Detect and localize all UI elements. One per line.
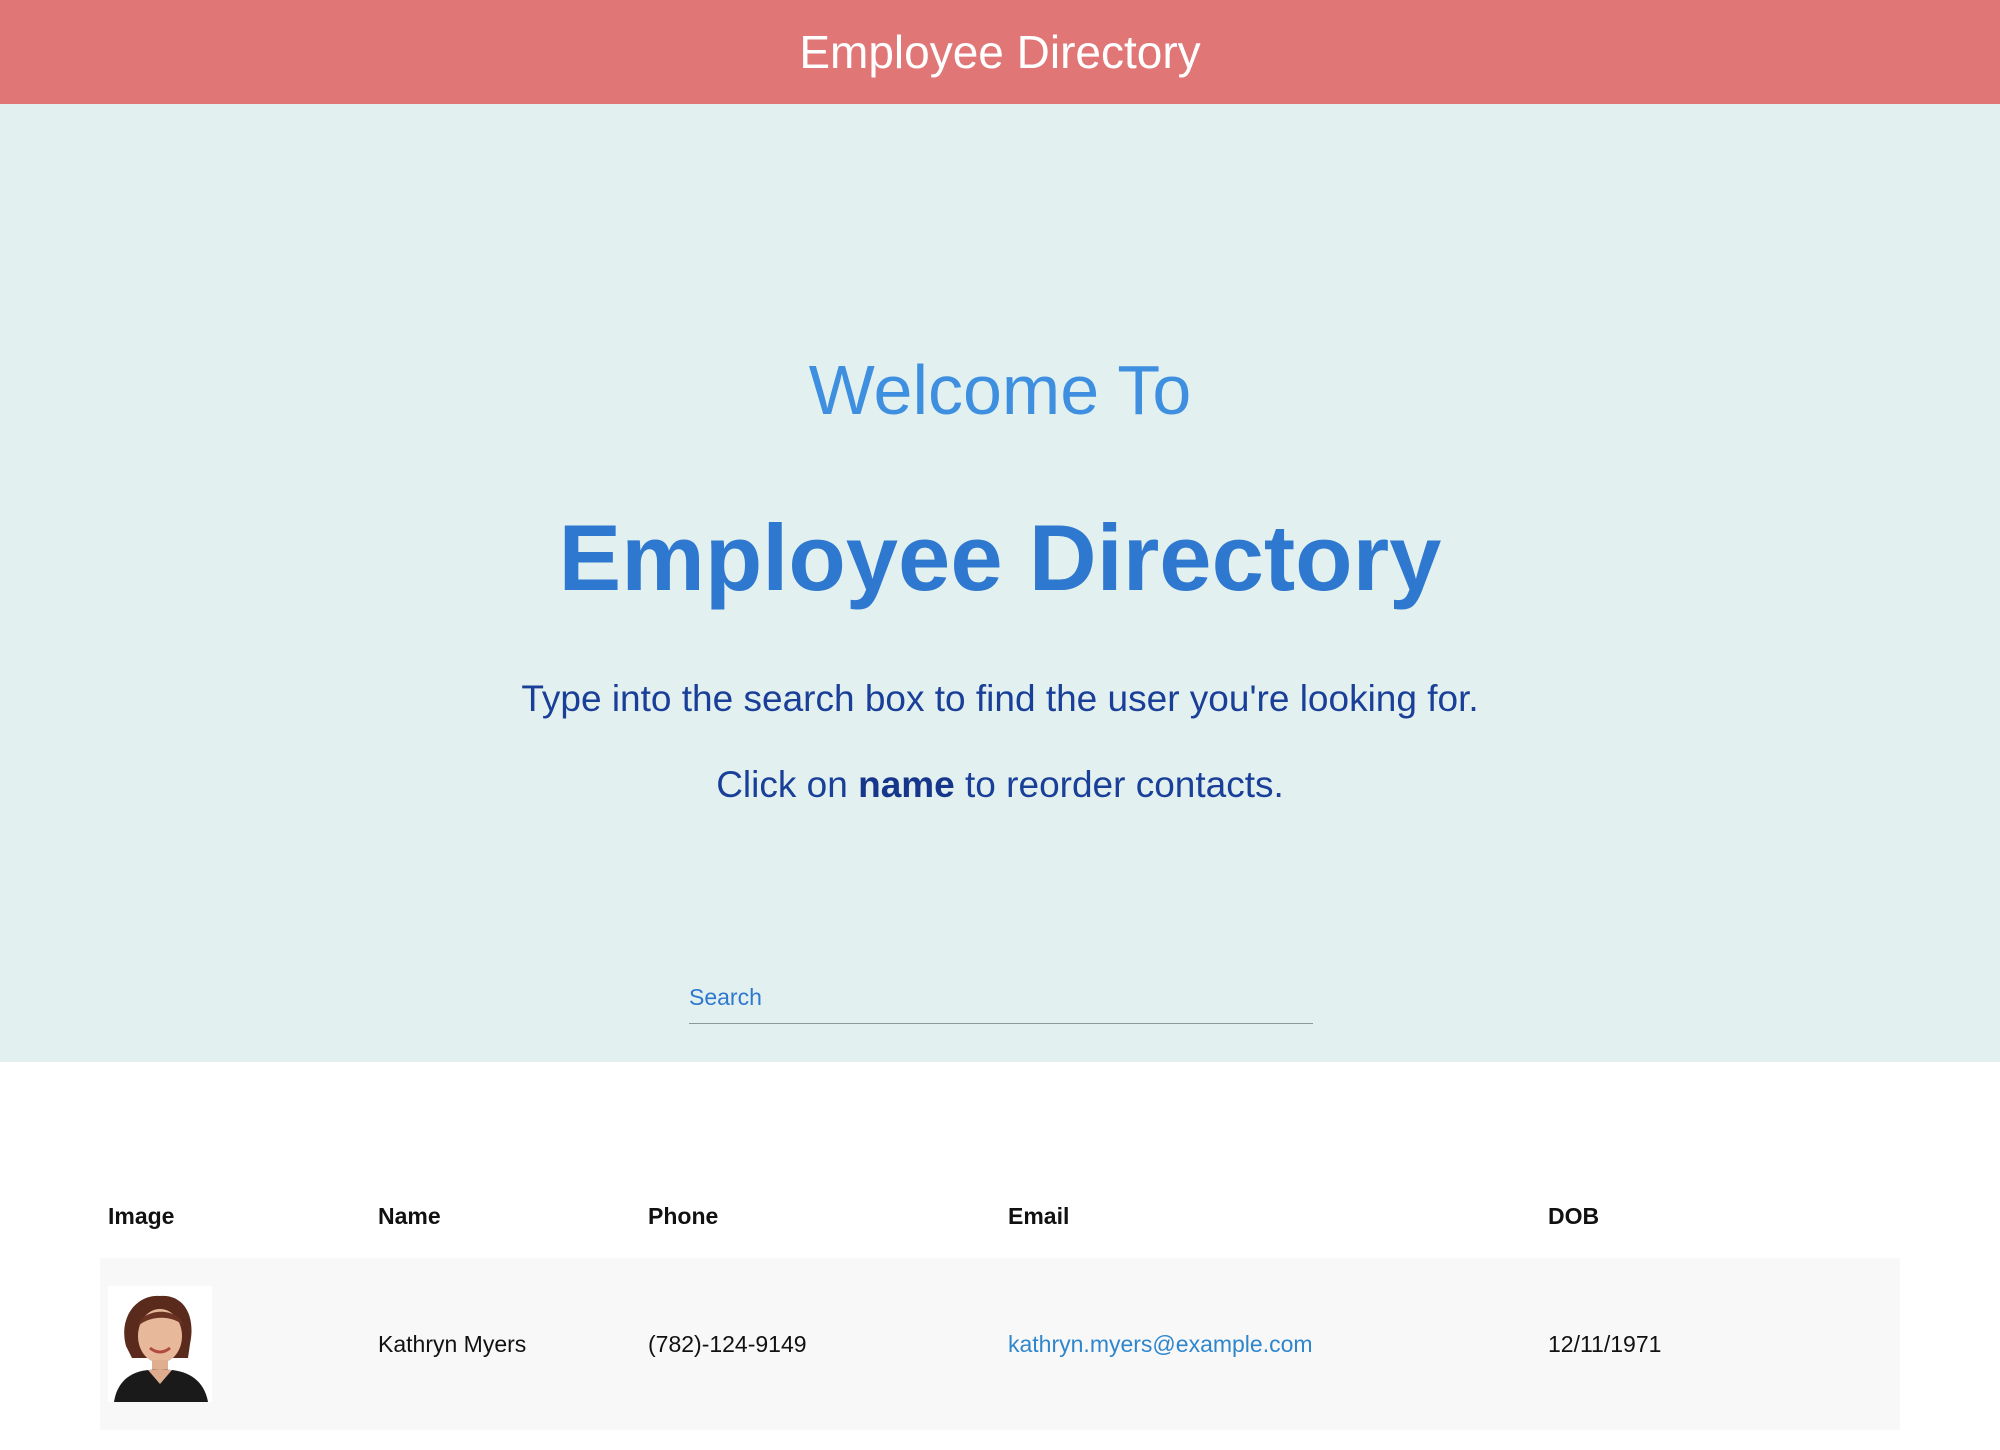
header-email: Email (1008, 1202, 1070, 1229)
cell-dob: 12/11/1971 (1540, 1258, 1900, 1430)
header-dob: DOB (1548, 1202, 1600, 1229)
header-phone: Phone (648, 1202, 719, 1229)
header-image: Image (108, 1202, 175, 1229)
search-input[interactable] (689, 972, 1313, 1023)
welcome-heading: Welcome To (808, 351, 1192, 429)
header-name[interactable]: Name (370, 1174, 640, 1258)
table-row: Kathryn Myers (782)-124-9149 kathryn.mye… (100, 1258, 1900, 1430)
cell-name: Kathryn Myers (370, 1258, 640, 1430)
employee-table-container: Image Name Phone Email DOB Kathryn Myers… (100, 1174, 1900, 1430)
cell-email: kathryn.myers@example.com (1000, 1258, 1540, 1430)
cell-phone: (782)-124-9149 (640, 1258, 1000, 1430)
employee-photo-icon (108, 1286, 212, 1402)
email-link[interactable]: kathryn.myers@example.com (1008, 1331, 1313, 1357)
sort-instruction-name: name (858, 764, 955, 805)
sort-instruction-post: to reorder contacts. (954, 764, 1284, 805)
sort-instruction-pre: Click on (716, 764, 859, 805)
page-title: Employee Directory (558, 505, 1442, 610)
table-header-row: Image Name Phone Email DOB (100, 1174, 1900, 1258)
sort-instruction: Click on name to reorder contacts. (0, 764, 2000, 806)
navbar-title: Employee Directory (799, 26, 1201, 78)
employee-table: Image Name Phone Email DOB Kathryn Myers… (100, 1174, 1900, 1430)
navbar: Employee Directory (0, 0, 2000, 104)
search-field[interactable] (689, 972, 1313, 1024)
cell-image (100, 1258, 370, 1430)
hero-section: Welcome To Employee Directory Type into … (0, 104, 2000, 1062)
avatar (108, 1286, 212, 1402)
search-instruction: Type into the search box to find the use… (521, 678, 1479, 719)
